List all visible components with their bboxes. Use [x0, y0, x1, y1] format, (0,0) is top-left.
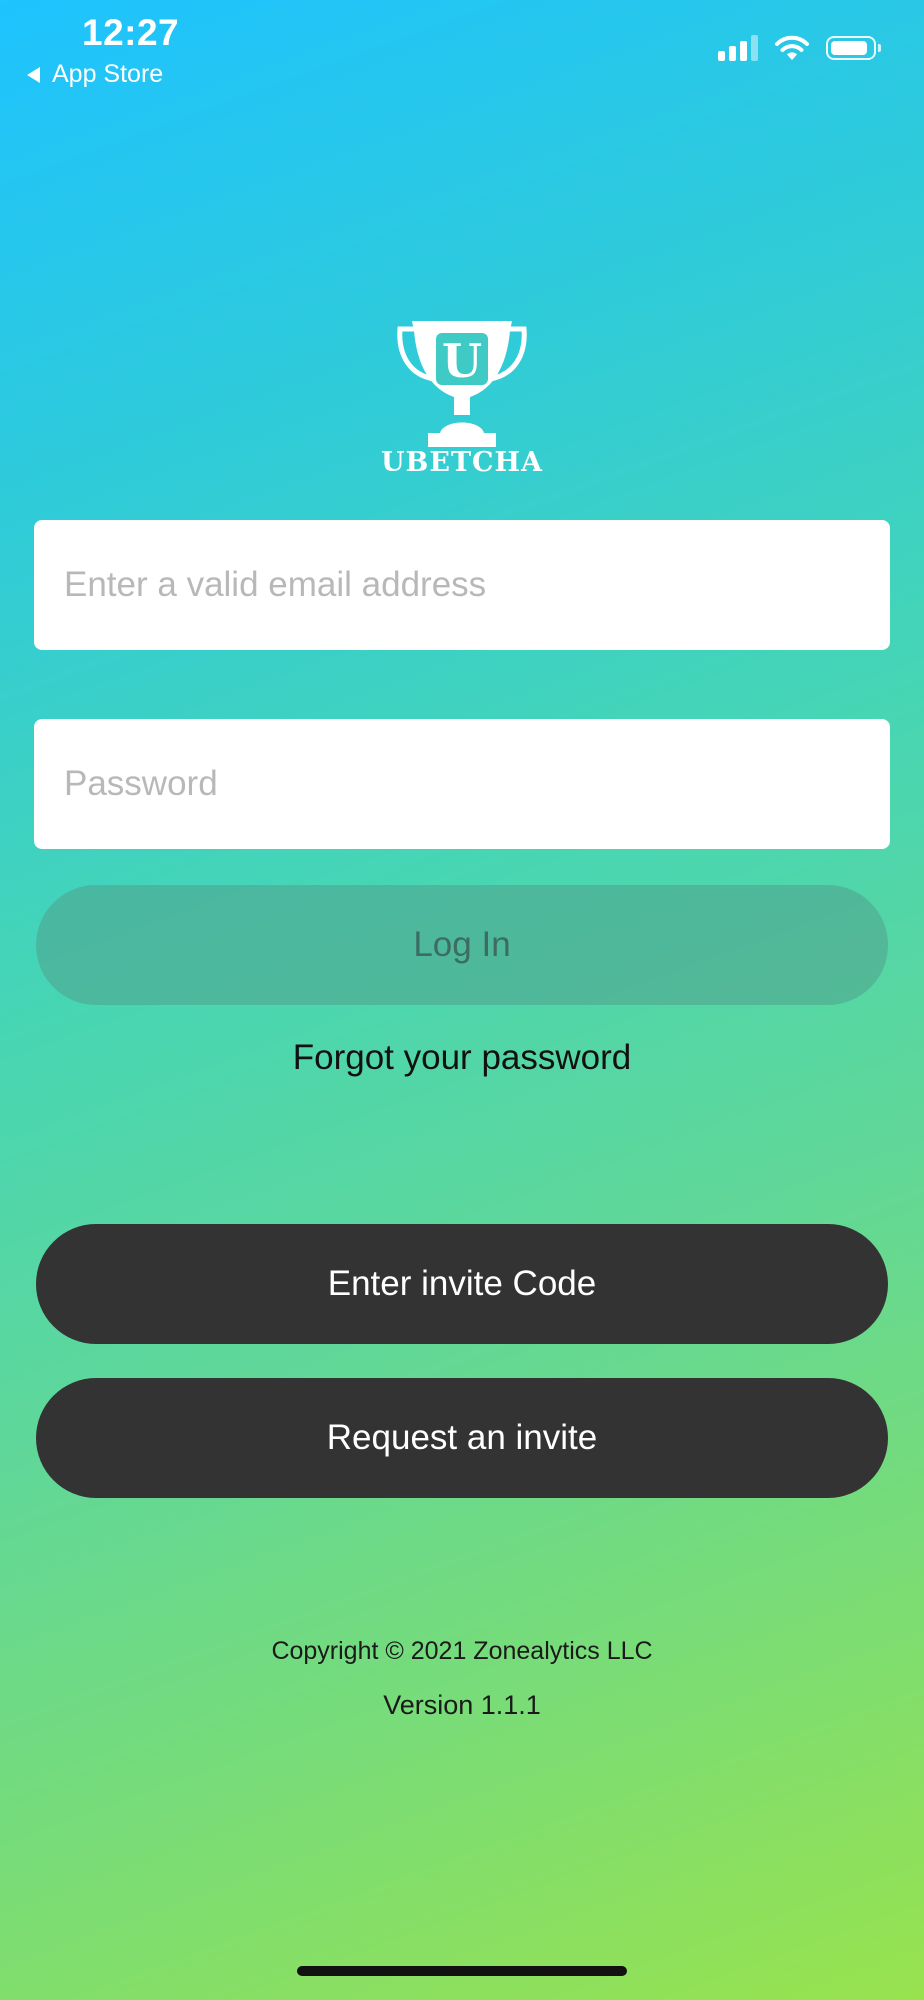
password-field[interactable] — [34, 719, 890, 849]
back-label: App Store — [52, 60, 164, 88]
login-button[interactable]: Log In — [36, 885, 888, 1005]
back-arrow-icon — [27, 66, 40, 83]
wifi-icon — [775, 35, 809, 60]
status-time: 12:27 — [82, 12, 180, 53]
brand-name: UBETCHA — [381, 447, 543, 478]
email-input[interactable] — [62, 564, 862, 606]
home-indicator[interactable] — [297, 1966, 627, 1976]
request-invite-button[interactable]: Request an invite — [36, 1378, 888, 1498]
signal-icon — [718, 35, 758, 61]
version-text: Version 1.1.1 — [383, 1690, 541, 1720]
enter-invite-code-button[interactable]: Enter invite Code — [36, 1224, 888, 1344]
status-icons — [718, 34, 881, 62]
email-field[interactable] — [34, 520, 890, 650]
copyright-text: Copyright © 2021 Zonealytics LLC — [271, 1637, 653, 1665]
battery-icon — [826, 36, 881, 60]
back-to-app-store[interactable]: App Store — [27, 60, 163, 89]
trophy-letter: U — [442, 334, 482, 388]
forgot-password-link[interactable]: Forgot your password — [0, 1038, 924, 1078]
password-input[interactable] — [62, 763, 862, 805]
